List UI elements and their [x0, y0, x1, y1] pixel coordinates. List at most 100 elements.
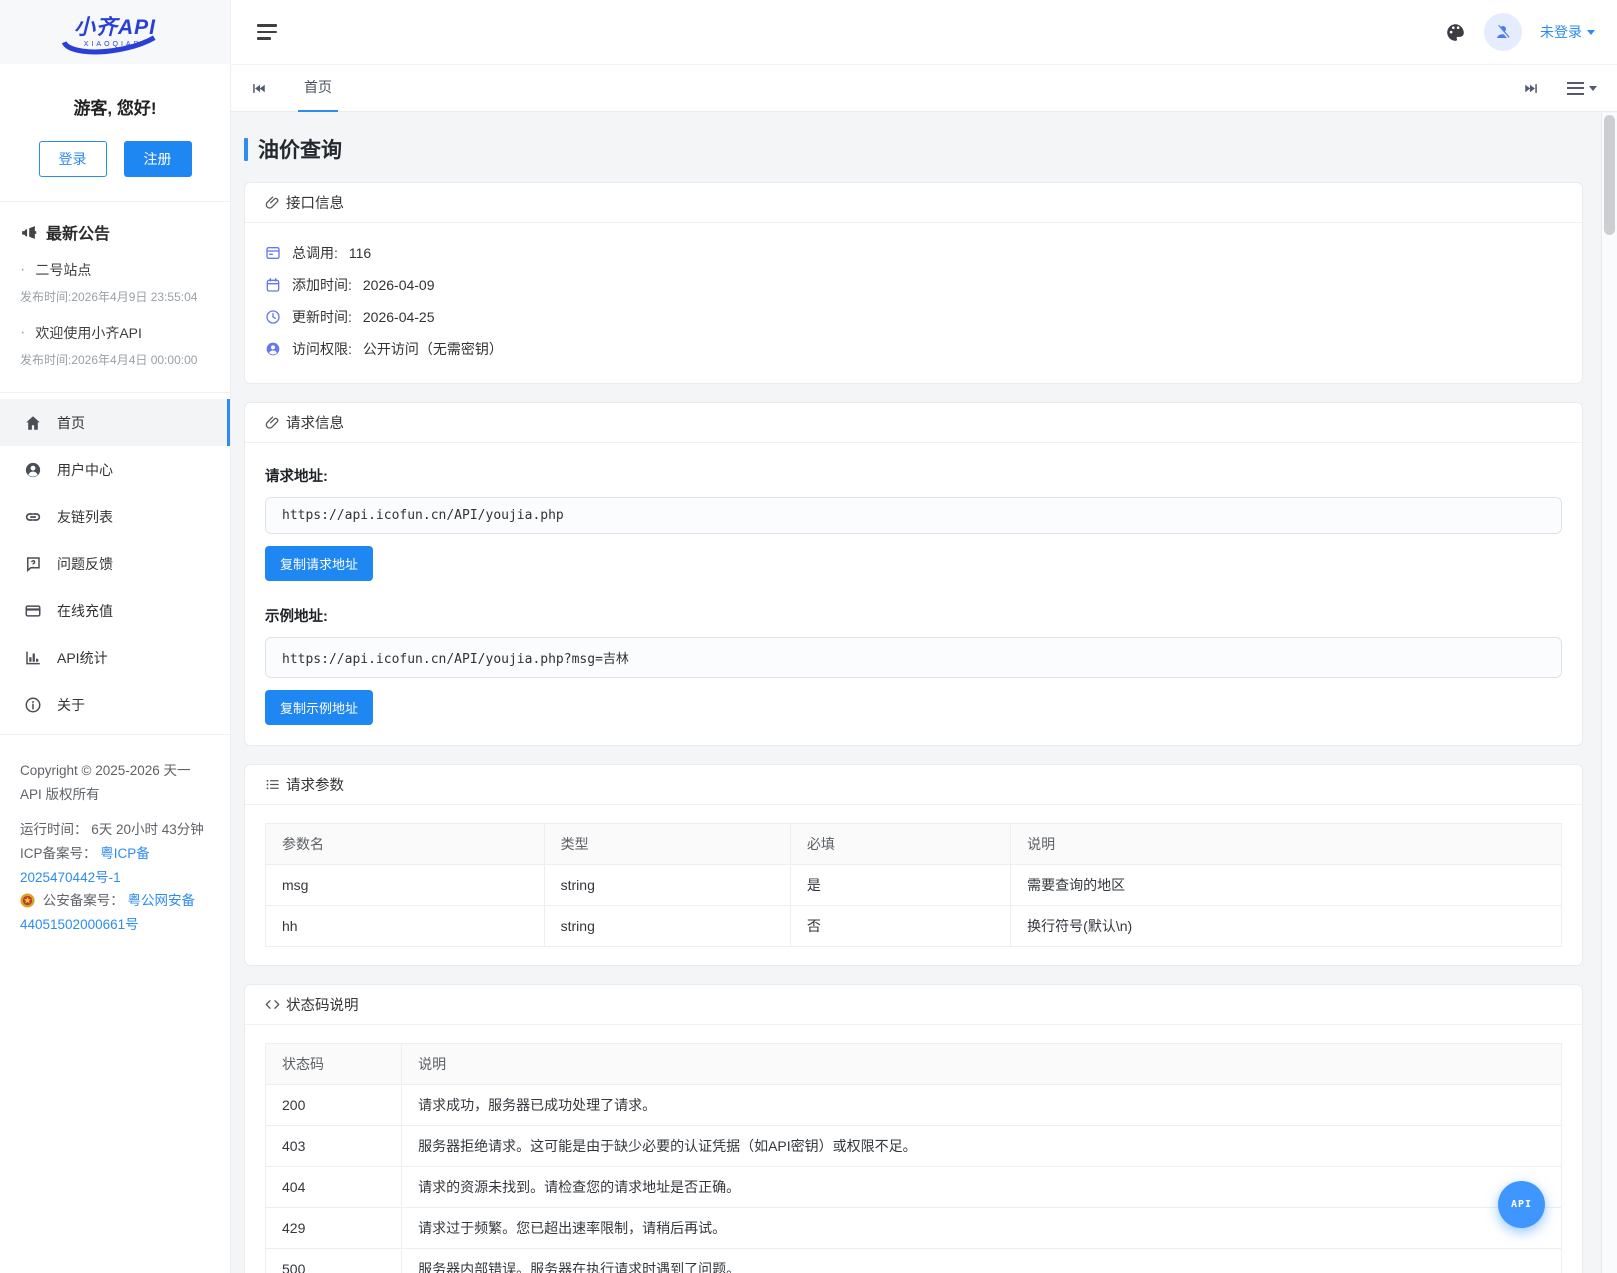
paperclip-icon — [265, 196, 279, 209]
sidebar-item-label: 在线充值 — [57, 602, 113, 619]
status-desc: 服务器内部错误。服务器在执行请求时遇到了问题。 — [401, 1248, 1562, 1273]
params-table: 参数名 类型 必填 说明 msg string 是 需要查询的地区 hh str… — [265, 823, 1562, 947]
api-info-card: 接口信息 总调用: 116 添加时间: 2026-04-09 更新时间: 202… — [244, 182, 1583, 384]
sidebar-item-recharge[interactable]: 在线充值 — [0, 587, 230, 634]
table-row: 500 服务器内部错误。服务器在执行请求时遇到了问题。 — [264, 1248, 1562, 1273]
list-icon — [266, 779, 279, 790]
login-button[interactable]: 登录 — [38, 141, 107, 177]
status-desc: 请求过于频繁。您已超出速率限制，请稍后再试。 — [401, 1207, 1562, 1249]
scrollbar-thumb[interactable] — [1604, 115, 1615, 235]
title-accent-bar — [244, 137, 248, 161]
announcements-panel: 最新公告 · 二号站点 发布时间:2026年4月9日 23:55:04 · 欢迎… — [0, 202, 230, 393]
tabs-scroll-end-icon[interactable] — [1524, 81, 1539, 96]
tabs-scroll-start-icon[interactable] — [251, 81, 266, 96]
info-icon — [24, 696, 42, 714]
uptime-value: 6天 20小时 43分钟 — [91, 822, 204, 838]
param-desc: 换行符号(默认\n) — [1010, 905, 1562, 947]
sidebar-item-about[interactable]: 关于 — [0, 681, 230, 728]
request-info-card: 请求信息 请求地址: https://api.icofun.cn/API/you… — [244, 402, 1583, 746]
theme-palette-icon[interactable] — [1445, 22, 1466, 43]
copyright-text: Copyright © 2025-2026 天一 API 版权所有 — [20, 763, 191, 802]
card-title: 请求参数 — [286, 778, 344, 794]
status-code: 404 — [264, 1166, 403, 1208]
bullet-icon: · — [20, 261, 26, 278]
content-scroll-area[interactable]: 油价查询 接口信息 总调用: 116 添加时间: 2026-04-09 更新时间… — [231, 112, 1617, 1273]
api-floating-button[interactable]: API — [1498, 1181, 1545, 1228]
avatar[interactable] — [1484, 13, 1522, 51]
sidebar-item-friend-links[interactable]: 友链列表 — [0, 493, 230, 540]
announcements-title: 最新公告 — [46, 226, 111, 243]
example-url-box[interactable]: https://api.icofun.cn/API/youjia.php?msg… — [265, 637, 1562, 678]
sidebar-collapse-icon[interactable] — [253, 20, 281, 44]
info-row: 添加时间: 2026-04-09 — [265, 269, 1562, 301]
status-code: 500 — [264, 1248, 403, 1273]
table-row: 403 服务器拒绝请求。这可能是由于缺少必要的认证凭据（如API密钥）或权限不足… — [264, 1125, 1562, 1167]
chevron-down-icon — [1587, 29, 1595, 35]
sidebar-item-label: 关于 — [57, 696, 85, 713]
sidebar-item-label: 问题反馈 — [57, 555, 113, 572]
sidebar-item-label: API统计 — [57, 649, 108, 666]
sidebar-item-home[interactable]: 首页 — [0, 399, 230, 446]
column-header: 状态码 — [264, 1043, 403, 1085]
sidebar-item-feedback[interactable]: 问题反馈 — [0, 540, 230, 587]
status-codes-card: 状态码说明 状态码 说明 200 请求成功，服务器已成功处理了请求。 403 服… — [244, 984, 1583, 1273]
copy-request-url-button[interactable]: 复制请求地址 — [265, 546, 374, 581]
sidebar: 小齐API XIAOQIAPI 游客, 您好! 登录 注册 最新公告 · 二号站… — [0, 0, 231, 1273]
request-url-box[interactable]: https://api.icofun.cn/API/youjia.php — [265, 497, 1562, 534]
user-slash-icon — [1497, 24, 1510, 39]
logo[interactable]: 小齐API XIAOQIAPI — [0, 0, 230, 64]
status-code: 200 — [264, 1084, 403, 1126]
announcement-title: 欢迎使用小齐API — [35, 325, 142, 341]
menu-icon — [1567, 81, 1584, 95]
logo-subtitle: XIAOQIAPI — [83, 40, 147, 48]
info-value: 2026-04-09 — [362, 277, 435, 293]
info-value: 2026-04-25 — [362, 309, 435, 325]
table-row: 200 请求成功，服务器已成功处理了请求。 — [264, 1084, 1562, 1126]
table-header-row: 状态码 说明 — [264, 1043, 1562, 1085]
tab-home[interactable]: 首页 — [298, 65, 338, 112]
tab-options-menu[interactable] — [1567, 81, 1597, 95]
request-url-label: 请求地址: — [265, 469, 328, 485]
paperclip-icon — [265, 416, 279, 429]
param-name: hh — [265, 905, 545, 947]
card-title: 状态码说明 — [286, 998, 359, 1014]
calendar-icon — [265, 277, 281, 293]
register-button[interactable]: 注册 — [123, 141, 192, 177]
credit-card-icon — [24, 602, 42, 620]
copy-example-url-button[interactable]: 复制示例地址 — [265, 690, 374, 725]
table-header-row: 参数名 类型 必填 说明 — [265, 823, 1562, 865]
login-status[interactable]: 未登录 — [1540, 22, 1595, 42]
info-label: 添加时间: — [292, 277, 352, 293]
announcement-link[interactable]: · 二号站点 — [20, 260, 210, 280]
param-name: msg — [265, 864, 545, 906]
sidebar-item-user-center[interactable]: 用户中心 — [0, 446, 230, 493]
request-params-card: 请求参数 参数名 类型 必填 说明 msg string 是 需要查询的地区 h… — [244, 764, 1583, 966]
announcement-link[interactable]: · 欢迎使用小齐API — [20, 323, 210, 343]
sidebar-item-label: 友链列表 — [57, 508, 113, 525]
info-label: 更新时间: — [292, 309, 352, 325]
column-header: 必填 — [789, 823, 1012, 865]
sidebar-item-api-stats[interactable]: API统计 — [0, 634, 230, 681]
bar-chart-icon — [24, 649, 42, 667]
guest-greeting: 游客, 您好! — [73, 99, 157, 118]
feedback-icon — [24, 555, 42, 573]
bullet-icon: · — [20, 324, 26, 341]
param-type: string — [543, 864, 791, 906]
column-header: 说明 — [1010, 823, 1562, 865]
vertical-scrollbar[interactable] — [1601, 113, 1617, 1273]
main-area: 未登录 首页 油价查询 接口信息 总调用: 116 添加时间: 2026-04-… — [231, 0, 1617, 1273]
info-label: 访问权限: — [292, 341, 352, 357]
announcement-time: 发布时间:2026年4月9日 23:55:04 — [20, 290, 198, 304]
table-row: hh string 否 换行符号(默认\n) — [265, 905, 1562, 947]
permission-user-icon — [265, 341, 281, 357]
column-header: 说明 — [401, 1043, 1562, 1085]
status-code: 403 — [264, 1125, 403, 1167]
column-header: 参数名 — [265, 823, 545, 865]
status-desc: 请求成功，服务器已成功处理了请求。 — [401, 1084, 1562, 1126]
page-title: 油价查询 — [258, 139, 342, 162]
sidebar-item-label: 首页 — [57, 414, 85, 431]
chevron-down-icon — [1589, 85, 1597, 91]
sidebar-item-label: 用户中心 — [57, 461, 113, 478]
announcement-time: 发布时间:2026年4月4日 00:00:00 — [20, 353, 198, 367]
status-code: 429 — [264, 1207, 403, 1249]
